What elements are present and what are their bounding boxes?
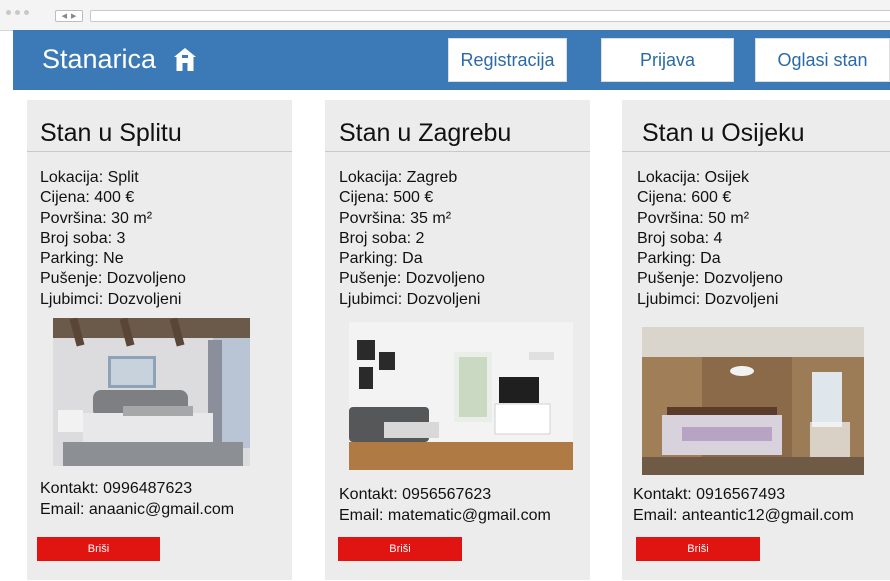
browser-chrome: ◀ ▶ — [0, 0, 890, 31]
listing-smoking: Pušenje: Dozvoljeno — [637, 270, 783, 288]
delete-button[interactable]: Briši — [37, 537, 160, 561]
brand[interactable]: Stanarica — [42, 44, 197, 75]
site-header: Stanarica Registracija Prijava Oglasi st… — [13, 30, 890, 90]
listing-email: Email: anaanic@gmail.com — [40, 501, 235, 518]
listing-parking: Parking: Ne — [40, 250, 124, 268]
listing-details: Lokacija: Zagreb Cijena: 500 € Površina:… — [339, 168, 485, 310]
listing-location: Lokacija: Split — [40, 169, 139, 186]
listing-photo — [349, 322, 573, 470]
listing-pets: Ljubimci: Dozvoljeni — [339, 290, 481, 308]
listing-contact: Kontakt: 0996487623 Email: anaanic@gmail… — [40, 478, 234, 520]
delete-button[interactable]: Briši — [338, 537, 462, 561]
listing-photo — [642, 327, 864, 475]
listing-card: Stan u Zagrebu Lokacija: Zagreb Cijena: … — [325, 100, 590, 580]
listing-smoking: Pušenje: Dozvoljeno — [339, 270, 485, 288]
listing-rooms: Broj soba: 2 — [339, 229, 425, 247]
listing-parking: Parking: Da — [339, 250, 423, 268]
listing-email: Email: anteantic12@gmail.com — [633, 507, 854, 524]
listing-area: Površina: 50 m² — [637, 209, 750, 227]
delete-button[interactable]: Briši — [636, 537, 760, 561]
listing-card: Stan u Osijeku Lokacija: Osijek Cijena: … — [622, 100, 890, 580]
listing-title: Stan u Osijeku — [622, 100, 890, 152]
listing-phone: Kontakt: 0956567623 — [339, 486, 492, 503]
listing-phone: Kontakt: 0996487623 — [40, 480, 193, 497]
listing-area: Površina: 30 m² — [40, 209, 153, 227]
listing-title: Stan u Splitu — [27, 100, 292, 152]
listing-smoking: Pušenje: Dozvoljeno — [40, 270, 186, 288]
listing-rooms: Broj soba: 4 — [637, 229, 723, 247]
listing-rooms: Broj soba: 3 — [40, 229, 126, 247]
back-arrow-icon[interactable]: ◀ — [62, 12, 67, 20]
listing-parking: Parking: Da — [637, 250, 721, 268]
forward-arrow-icon[interactable]: ▶ — [71, 12, 76, 20]
window-dot[interactable] — [15, 10, 20, 15]
listing-details: Lokacija: Osijek Cijena: 600 € Površina:… — [637, 168, 783, 310]
window-dot[interactable] — [6, 10, 11, 15]
listing-photo — [53, 318, 250, 466]
listing-details: Lokacija: Split Cijena: 400 € Površina: … — [40, 168, 186, 310]
listing-price: Cijena: 400 € — [40, 189, 135, 207]
register-button[interactable]: Registracija — [448, 38, 567, 82]
listing-contact: Kontakt: 0956567623 Email: matematic@gma… — [339, 484, 551, 526]
listing-pets: Ljubimci: Dozvoljeni — [40, 290, 182, 308]
back-forward-buttons[interactable]: ◀ ▶ — [55, 10, 83, 22]
listing-phone: Kontakt: 0916567493 — [633, 486, 786, 503]
brand-name: Stanarica — [42, 44, 157, 74]
listing-pets: Ljubimci: Dozvoljeni — [637, 290, 779, 308]
listing-contact: Kontakt: 0916567493 Email: anteantic12@g… — [633, 484, 854, 526]
listing-card: Stan u Splitu Lokacija: Split Cijena: 40… — [27, 100, 292, 580]
listing-location: Lokacija: Zagreb — [339, 169, 458, 186]
listing-price: Cijena: 500 € — [339, 189, 434, 207]
login-button[interactable]: Prijava — [601, 38, 734, 82]
home-icon — [174, 48, 197, 71]
listing-price: Cijena: 600 € — [637, 189, 732, 207]
address-bar[interactable] — [90, 10, 890, 22]
listing-email: Email: matematic@gmail.com — [339, 507, 551, 524]
listing-title: Stan u Zagrebu — [325, 100, 590, 152]
window-dot[interactable] — [24, 10, 29, 15]
post-ad-button[interactable]: Oglasi stan — [755, 38, 890, 82]
listing-location: Lokacija: Osijek — [637, 169, 750, 186]
listing-area: Površina: 35 m² — [339, 209, 452, 227]
window-controls — [6, 10, 29, 15]
